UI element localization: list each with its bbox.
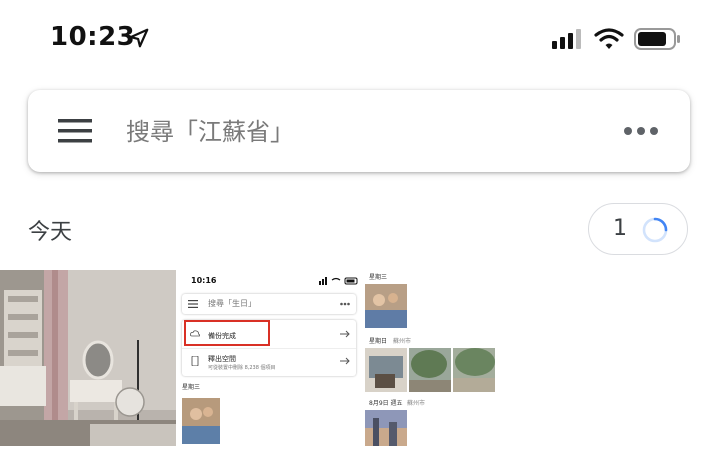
mini-free-space-sub: 可從裝置中刪除 8,238 個項目 (208, 365, 276, 371)
mini-free-space-title: 釋出空間 (208, 355, 236, 363)
wifi-icon (594, 28, 624, 49)
photo-thumbnail[interactable]: 10:16 搜尋「生日」 備份完成 釋出空間 可從裝置中刪除 8,238 個項目… (179, 270, 363, 446)
photo-room-image (0, 270, 176, 446)
mini-photo-thumb (182, 398, 220, 444)
status-bar: 10:23 (0, 0, 720, 80)
mini-red-highlight-box (184, 320, 270, 346)
hamburger-menu-icon[interactable] (58, 118, 92, 144)
mini-phone-icon (191, 356, 199, 366)
mini-day-label: 星期日 (369, 338, 388, 345)
search-bar (28, 90, 690, 172)
mini-location-label: 蘇州市 (407, 400, 426, 407)
mini-day-label: 星期三 (369, 274, 388, 281)
mini-search-bar: 搜尋「生日」 (182, 294, 356, 314)
mini-search-text: 搜尋「生日」 (208, 299, 256, 308)
upload-count: 1 (613, 216, 627, 241)
mini-menu-icon (188, 300, 198, 308)
mini-more-icon (340, 302, 350, 306)
mini-status-icons (319, 277, 358, 285)
more-horizontal-icon[interactable] (624, 123, 658, 139)
signal-icon (552, 29, 581, 49)
location-arrow-icon (129, 28, 149, 48)
battery-icon (634, 28, 680, 50)
mini-photo-thumb (365, 284, 407, 328)
mini-arrow-icon (340, 357, 350, 365)
upload-progress-spinner-icon (642, 217, 668, 243)
mini-arrow-icon (340, 330, 350, 338)
photo-thumbnail[interactable] (0, 270, 176, 446)
upload-status-button[interactable]: 1 (588, 203, 688, 255)
mini-photo-thumb (365, 410, 407, 446)
mini-photo-thumb (453, 348, 495, 392)
mini-location-label: 蘇州市 (393, 338, 412, 345)
mini-photo-thumb (365, 348, 407, 392)
photo-thumbnail[interactable]: 星期三 星期日 蘇州市 8月9日 週五 蘇州市 (363, 270, 503, 446)
mini-photo-thumb (409, 348, 451, 392)
status-time: 10:23 (50, 22, 136, 52)
search-input[interactable] (124, 108, 608, 156)
mini-day-label: 星期三 (182, 384, 201, 391)
mini-row-free-space: 釋出空間 可從裝置中刪除 8,238 個項目 (182, 348, 356, 375)
mini-status-time: 10:16 (191, 276, 217, 285)
section-title-today: 今天 (28, 220, 73, 245)
mini-date-label: 8月9日 週五 (369, 400, 403, 407)
